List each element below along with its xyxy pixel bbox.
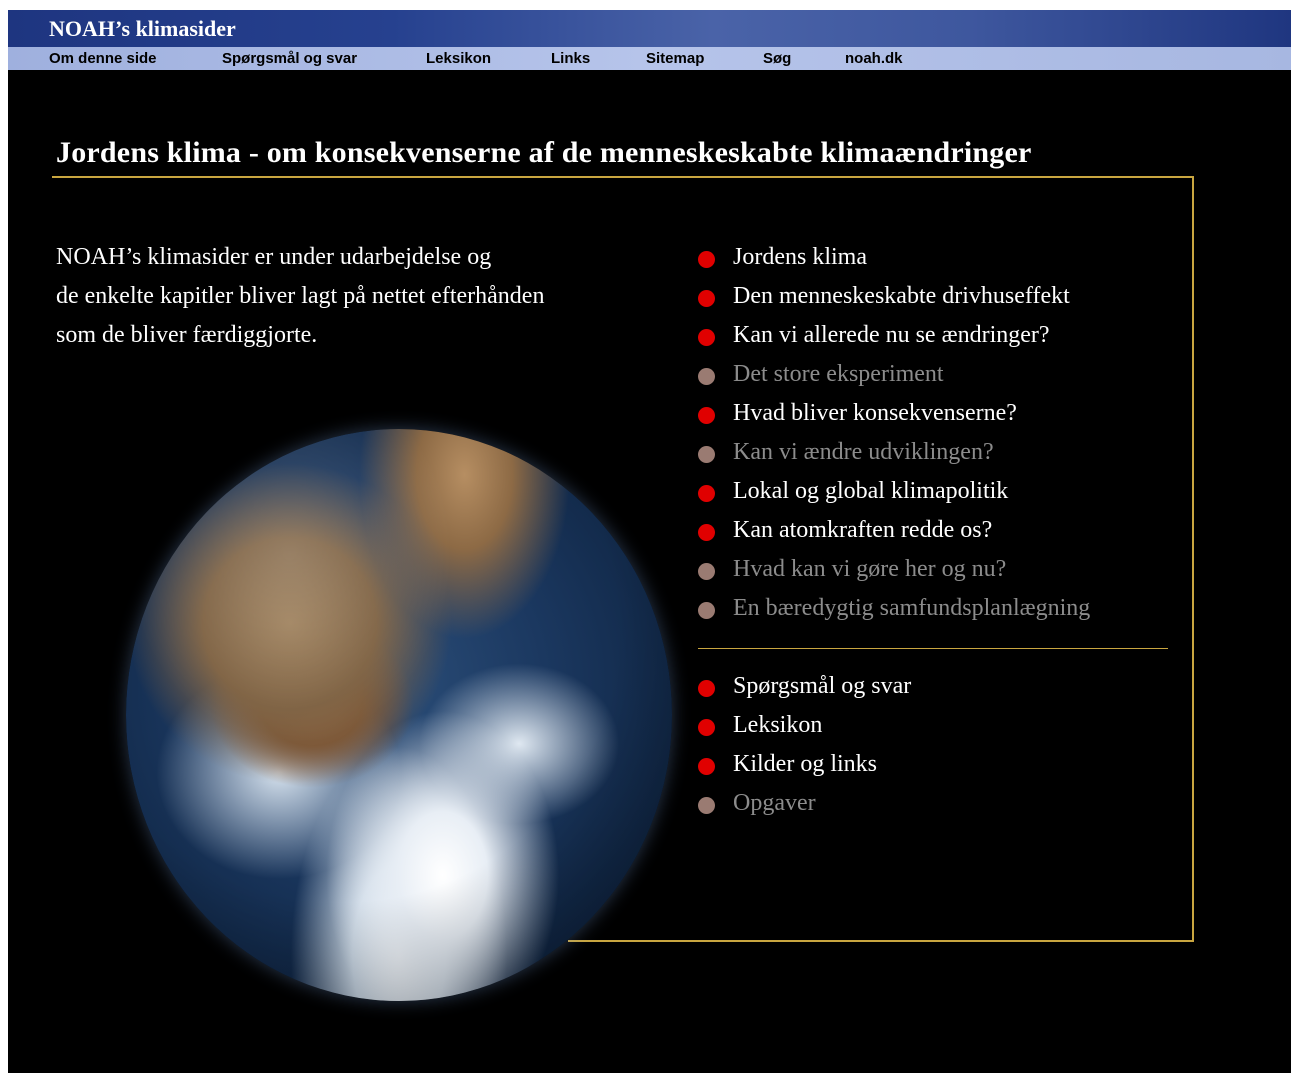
bullet-icon bbox=[698, 602, 715, 619]
bullet-icon bbox=[698, 407, 715, 424]
bullet-icon bbox=[698, 290, 715, 307]
page-heading: Jordens klima - om konsekvenserne af de … bbox=[56, 136, 1032, 169]
chapter-label: Kan atomkraften redde os? bbox=[733, 517, 993, 543]
bullet-icon bbox=[698, 251, 715, 268]
bullet-icon bbox=[698, 329, 715, 346]
earth-globe-image bbox=[126, 429, 672, 1001]
bullet-icon bbox=[698, 563, 715, 580]
bullet-icon bbox=[698, 758, 715, 775]
intro-text: NOAH’s klimasider er under udarbejdelse … bbox=[56, 238, 656, 355]
intro-line: NOAH’s klimasider er under udarbejdelse … bbox=[56, 244, 492, 270]
nav-item-om-denne-side[interactable]: Om denne side bbox=[49, 50, 157, 68]
nav-item-links[interactable]: Links bbox=[551, 50, 590, 68]
chapter-label: Den menneskeskabte drivhuseffekt bbox=[733, 283, 1070, 309]
page-frame: NOAH’s klimasider Om denne side Spørgsmå… bbox=[8, 10, 1291, 1073]
resource-label: Spørgsmål og svar bbox=[733, 673, 912, 699]
site-title[interactable]: NOAH’s klimasider bbox=[49, 16, 236, 42]
chapter-label: Kan vi ændre udviklingen? bbox=[733, 439, 994, 465]
nav-item-leksikon[interactable]: Leksikon bbox=[426, 50, 491, 68]
frame-rule-bottom bbox=[568, 940, 1194, 942]
frame-rule-right bbox=[1192, 176, 1194, 942]
chapter-label: Hvad bliver konsekvenserne? bbox=[733, 400, 1017, 426]
resource-label: Kilder og links bbox=[733, 751, 877, 777]
bullet-icon bbox=[698, 797, 715, 814]
chapter-label: Hvad kan vi gøre her og nu? bbox=[733, 556, 1007, 582]
chapter-label: Kan vi allerede nu se ændringer? bbox=[733, 322, 1050, 348]
chapter-label: En bæredygtig samfundsplanlægning bbox=[733, 595, 1091, 621]
nav-item-sitemap[interactable]: Sitemap bbox=[646, 50, 704, 68]
intro-line: som de bliver færdiggjorte. bbox=[56, 322, 318, 348]
nav-bar: Om denne side Spørgsmål og svar Leksikon… bbox=[8, 47, 1291, 70]
chapter-label: Lokal og global klimapolitik bbox=[733, 478, 1009, 504]
nav-item-soeg[interactable]: Søg bbox=[763, 50, 791, 68]
nav-item-spoergsmaal-og-svar[interactable]: Spørgsmål og svar bbox=[222, 50, 357, 68]
menu-divider bbox=[698, 648, 1168, 649]
bullet-icon bbox=[698, 524, 715, 541]
chapter-label: Jordens klima bbox=[733, 244, 867, 270]
chapter-label: Det store eksperiment bbox=[733, 361, 944, 387]
title-bar: NOAH’s klimasider bbox=[8, 10, 1291, 47]
nav-item-noah-dk[interactable]: noah.dk bbox=[845, 50, 903, 68]
intro-line: de enkelte kapitler bliver lagt på nette… bbox=[56, 283, 545, 309]
bullet-icon bbox=[698, 719, 715, 736]
bullet-icon bbox=[698, 446, 715, 463]
bullet-icon bbox=[698, 368, 715, 385]
resource-label: Leksikon bbox=[733, 712, 823, 738]
bullet-icon bbox=[698, 680, 715, 697]
resource-label: Opgaver bbox=[733, 790, 816, 816]
heading-rule bbox=[52, 176, 1194, 178]
bullet-icon bbox=[698, 485, 715, 502]
